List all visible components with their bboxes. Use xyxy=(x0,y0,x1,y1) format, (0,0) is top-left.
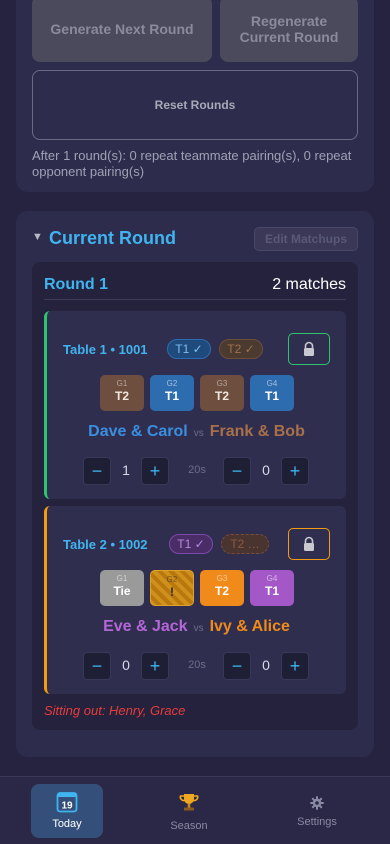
increment-button[interactable]: + xyxy=(141,652,169,680)
score-value: 0 xyxy=(122,657,130,673)
sitting-out-text: Sitting out: Henry, Grace xyxy=(44,703,186,718)
timer-label: 20s xyxy=(188,659,206,671)
game-number: G4 xyxy=(266,574,278,583)
team-b-score-stepper: − 0 + xyxy=(223,652,309,680)
game-result: T1 xyxy=(264,584,279,598)
matchup: Eve & Jack vs Ivy & Alice xyxy=(47,618,346,636)
table-label: Table 1 • 1001 xyxy=(63,342,148,357)
regenerate-round-button[interactable]: Regenerate Current Round xyxy=(220,0,358,62)
lock-button[interactable] xyxy=(288,333,330,365)
lock-button[interactable] xyxy=(288,528,330,560)
nav-label-season: Season xyxy=(170,820,208,832)
gear-icon xyxy=(310,796,324,810)
decrement-button[interactable]: − xyxy=(223,652,251,680)
game-result: T2 xyxy=(214,389,229,403)
table-card: Table 2 • 1002 T1 ✓ T2 … G1 Tie G2 ! G3 … xyxy=(44,506,346,694)
game-number: G4 xyxy=(266,379,278,388)
nav-label-today: Today xyxy=(52,818,82,830)
nav-tab-settings[interactable]: Settings xyxy=(281,784,353,838)
game-result: T2 xyxy=(214,584,229,598)
game-number: G1 xyxy=(116,574,128,583)
caret-down-icon[interactable]: ▼ xyxy=(32,231,43,243)
bottom-nav: 19 Today Season Settings xyxy=(0,776,390,844)
team-b-score-stepper: − 0 + xyxy=(223,457,309,485)
lock-icon xyxy=(304,341,314,356)
nav-tab-today[interactable]: 19 Today xyxy=(31,784,103,838)
game-result: ! xyxy=(170,585,174,599)
edit-matchups-button[interactable]: Edit Matchups xyxy=(254,227,358,251)
increment-button[interactable]: + xyxy=(281,457,309,485)
increment-button[interactable]: + xyxy=(141,457,169,485)
team2-status-pill: T2 … xyxy=(221,534,269,554)
round-box: Round 1 2 matches Table 1 • 1001 T1 ✓ T2… xyxy=(32,262,358,730)
game-number: G2 xyxy=(166,575,178,584)
matchup: Dave & Carol vs Frank & Bob xyxy=(47,423,346,441)
score-value: 0 xyxy=(262,462,270,478)
round-title: Round 1 xyxy=(44,276,108,293)
team-b-name: Ivy & Alice xyxy=(209,618,290,635)
nav-label-settings: Settings xyxy=(297,816,337,828)
team-a-name: Dave & Carol xyxy=(88,423,188,440)
game-result-tile[interactable]: G2 T1 xyxy=(150,375,194,411)
game-number: G3 xyxy=(216,379,228,388)
team-b-name: Frank & Bob xyxy=(209,423,305,440)
game-number: G1 xyxy=(116,379,128,388)
game-result-tile[interactable]: G3 T2 xyxy=(200,375,244,411)
game-result: T2 xyxy=(114,389,129,403)
team-a-score-stepper: − 1 + xyxy=(83,457,169,485)
current-round-section: ▼ Current Round Edit Matchups Round 1 2 … xyxy=(16,211,374,757)
trophy-icon xyxy=(179,794,199,811)
decrement-button[interactable]: − xyxy=(83,457,111,485)
team-a-score-stepper: − 0 + xyxy=(83,652,169,680)
generate-next-round-button[interactable]: Generate Next Round xyxy=(32,0,212,62)
decrement-button[interactable]: − xyxy=(83,652,111,680)
increment-button[interactable]: + xyxy=(281,652,309,680)
team1-status-pill: T1 ✓ xyxy=(169,534,213,554)
game-result-tile[interactable]: G4 T1 xyxy=(250,570,294,606)
vs-label: vs xyxy=(193,623,204,634)
table-card: Table 1 • 1001 T1 ✓ T2 ✓ G1 T2 G2 T1 G3 … xyxy=(44,311,346,499)
game-result-tile[interactable]: G1 T2 xyxy=(100,375,144,411)
score-value: 1 xyxy=(122,462,130,478)
section-title: Current Round xyxy=(49,228,176,248)
team1-status-pill: T1 ✓ xyxy=(167,339,211,359)
repeat-pairings-summary: After 1 round(s): 0 repeat teammate pair… xyxy=(32,148,352,179)
vs-label: vs xyxy=(193,428,204,439)
team2-status-pill: T2 ✓ xyxy=(219,339,263,359)
match-count: 2 matches xyxy=(272,276,346,293)
decrement-button[interactable]: − xyxy=(223,457,251,485)
game-result-tile[interactable]: G1 Tie xyxy=(100,570,144,606)
nav-tab-season[interactable]: Season xyxy=(153,784,225,838)
current-round-header[interactable]: ▼ Current Round Edit Matchups xyxy=(32,227,358,251)
game-result: T1 xyxy=(164,389,179,403)
calendar-icon: 19 xyxy=(56,792,78,813)
game-result-tile[interactable]: G2 ! xyxy=(150,570,194,606)
lock-icon xyxy=(304,536,314,551)
timer-label: 20s xyxy=(188,464,206,476)
table-label: Table 2 • 1002 xyxy=(63,537,148,552)
score-value: 0 xyxy=(262,657,270,673)
game-result: T1 xyxy=(264,389,279,403)
calendar-day: 19 xyxy=(61,801,73,812)
reset-rounds-button[interactable]: Reset Rounds xyxy=(32,70,358,140)
game-number: G3 xyxy=(216,574,228,583)
game-number: G2 xyxy=(166,379,178,388)
game-result: Tie xyxy=(113,584,131,598)
game-result-tile[interactable]: G3 T2 xyxy=(200,570,244,606)
round-header: Round 1 2 matches xyxy=(44,274,346,300)
team-a-name: Eve & Jack xyxy=(103,618,188,635)
game-result-tile[interactable]: G4 T1 xyxy=(250,375,294,411)
